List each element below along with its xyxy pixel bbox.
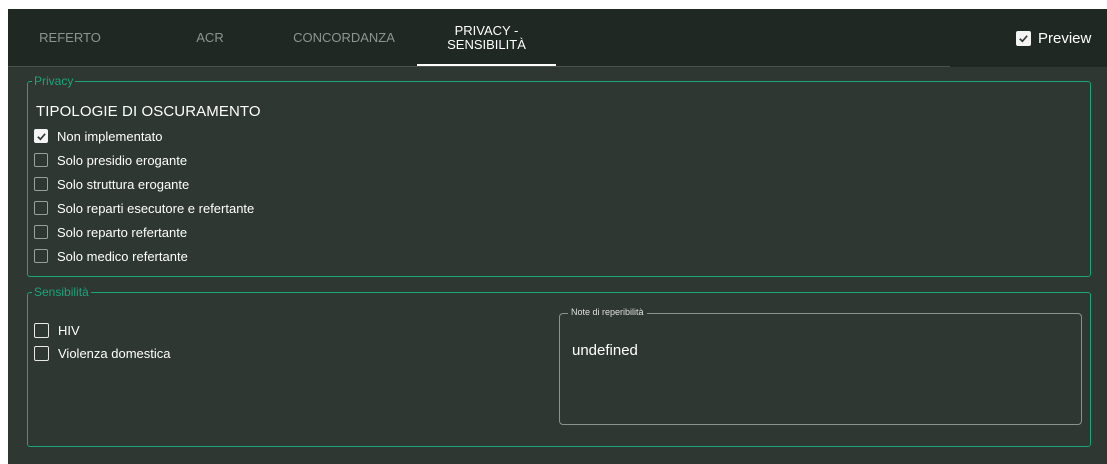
tab-privacy-sensibilita[interactable]: PRIVACY - SENSIBILITÀ	[417, 9, 556, 66]
checkbox[interactable]	[34, 201, 48, 215]
preview-toggle[interactable]: Preview	[1016, 28, 1091, 48]
privacy-option-solo-reparto[interactable]: Solo reparto refertante	[34, 224, 187, 240]
option-label: Solo reparti esecutore e refertante	[57, 200, 255, 216]
note-reperibilita-field[interactable]	[559, 313, 1082, 425]
sensibilita-option-hiv[interactable]: HIV	[34, 322, 80, 339]
checkbox[interactable]	[34, 346, 49, 361]
privacy-heading: TIPOLOGIE DI OSCURAMENTO	[36, 103, 261, 120]
option-label: Violenza domestica	[58, 346, 171, 361]
preview-label: Preview	[1038, 29, 1092, 47]
privacy-legend: Privacy	[34, 74, 74, 88]
checkbox[interactable]	[34, 177, 48, 191]
sensibilita-legend: Sensibilità	[34, 285, 89, 299]
note-reperibilita-label: Note di reperibilità	[568, 306, 647, 318]
option-label: HIV	[58, 323, 80, 338]
option-label: Solo presidio erogante	[57, 152, 188, 168]
checkmark-icon	[36, 132, 46, 140]
checkbox[interactable]	[34, 249, 48, 263]
option-label: Solo reparto refertante	[57, 224, 188, 240]
privacy-option-solo-reparti[interactable]: Solo reparti esecutore e refertante	[34, 200, 254, 216]
top-bar: REFERTO ACR CONCORDANZA PRIVACY - SENSIB…	[8, 9, 1107, 67]
option-label: Solo struttura erogante	[57, 176, 190, 192]
note-reperibilita-value[interactable]: undefined	[572, 342, 638, 359]
preview-checkbox[interactable]	[1016, 30, 1031, 46]
option-label: Solo medico refertante	[57, 248, 188, 264]
checkbox[interactable]	[34, 225, 48, 239]
tab-bar: REFERTO ACR CONCORDANZA PRIVACY - SENSIB…	[8, 9, 950, 67]
checkbox[interactable]	[34, 129, 48, 143]
tab-concordanza[interactable]: CONCORDANZA	[280, 9, 408, 66]
tab-acr[interactable]: ACR	[178, 9, 242, 66]
tab-referto[interactable]: REFERTO	[22, 9, 118, 66]
sensibilita-option-violenza[interactable]: Violenza domestica	[34, 345, 171, 362]
privacy-option-solo-presidio[interactable]: Solo presidio erogante	[34, 152, 187, 168]
active-tab-indicator	[417, 64, 556, 66]
checkbox[interactable]	[34, 153, 48, 167]
privacy-option-solo-medico[interactable]: Solo medico refertante	[34, 248, 188, 264]
checkmark-icon	[1019, 34, 1028, 42]
option-label: Non implementato	[57, 128, 163, 144]
checkbox[interactable]	[34, 323, 49, 338]
privacy-option-solo-struttura[interactable]: Solo struttura erogante	[34, 176, 189, 192]
privacy-option-non-implementato[interactable]: Non implementato	[34, 128, 163, 144]
